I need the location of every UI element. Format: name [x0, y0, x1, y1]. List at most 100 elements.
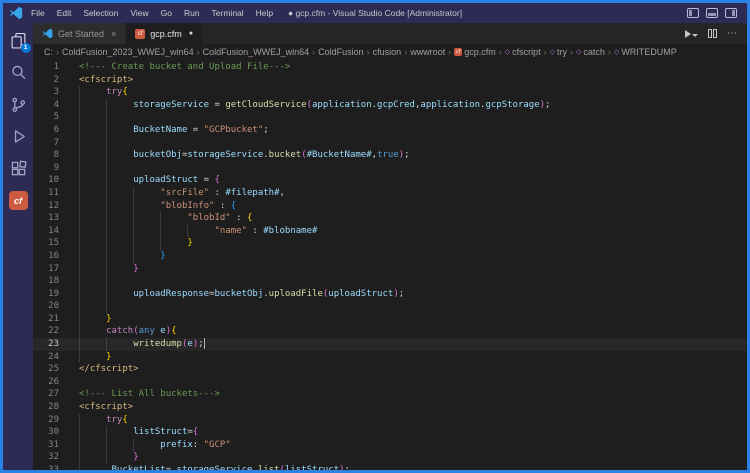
- menu-go[interactable]: Go: [155, 3, 178, 23]
- breadcrumb-item[interactable]: ColdFusion_WWEJ_win64: [203, 47, 310, 57]
- breadcrumb-item[interactable]: ◇WRITEDUMP: [614, 47, 677, 57]
- breadcrumb-separator-icon: ›: [608, 47, 611, 57]
- line-number: 18: [33, 275, 59, 288]
- breadcrumb-item[interactable]: ◇try: [550, 47, 567, 57]
- line-number: 3: [33, 86, 59, 99]
- code-line[interactable]: 2<cfscript>: [33, 74, 747, 87]
- code-line[interactable]: 22 catch(any e){: [33, 325, 747, 338]
- menu-selection[interactable]: Selection: [77, 3, 124, 23]
- line-number: 16: [33, 250, 59, 263]
- tab-gcp-cfm[interactable]: cf gcp.cfm ●: [126, 23, 203, 44]
- code-line[interactable]: 32 }: [33, 451, 747, 464]
- code-line[interactable]: 20: [33, 300, 747, 313]
- breadcrumb-item[interactable]: ColdFusion_2023_WWEJ_win64: [62, 47, 194, 57]
- line-number: 10: [33, 174, 59, 187]
- explorer-icon[interactable]: 1: [9, 31, 28, 50]
- code-line[interactable]: 33 BucketList= storageService.list(listS…: [33, 464, 747, 470]
- breadcrumb-separator-icon: ›: [312, 47, 315, 57]
- code-line[interactable]: 12 "blobInfo" : {: [33, 200, 747, 213]
- toggle-secondary-sidebar-icon[interactable]: [725, 8, 737, 18]
- breadcrumb-separator-icon: ›: [197, 47, 200, 57]
- menu-file[interactable]: File: [25, 3, 51, 23]
- code-line[interactable]: 9: [33, 162, 747, 175]
- search-icon[interactable]: [9, 63, 28, 82]
- tab-get-started[interactable]: Get Started ×: [33, 23, 126, 44]
- editor-group: Get Started × cf gcp.cfm ● ⋯ C:›ColdFusi…: [33, 23, 747, 470]
- code-line[interactable]: 31 prefix: "GCP": [33, 439, 747, 452]
- code-line[interactable]: 17 }: [33, 263, 747, 276]
- text-cursor: [204, 338, 205, 349]
- code-line[interactable]: 14 "name" : #blobname#: [33, 225, 747, 238]
- run-button[interactable]: [685, 30, 698, 38]
- code-line[interactable]: 27<!--- List All buckets--->: [33, 388, 747, 401]
- code-line[interactable]: 18: [33, 275, 747, 288]
- code-line[interactable]: 19 uploadResponse=bucketObj.uploadFile(u…: [33, 288, 747, 301]
- code-line[interactable]: 16 }: [33, 250, 747, 263]
- breadcrumb-item[interactable]: cfgcp.cfm: [454, 47, 496, 57]
- line-number: 20: [33, 300, 59, 313]
- code-line[interactable]: 7: [33, 137, 747, 150]
- code-line[interactable]: 4 storageService = getCloudService(appli…: [33, 99, 747, 112]
- title-bar: FileEditSelectionViewGoRunTerminalHelp ●…: [3, 3, 747, 23]
- breadcrumb-item[interactable]: ◇cfscript: [505, 47, 541, 57]
- breadcrumb-item[interactable]: ColdFusion: [318, 47, 364, 57]
- code-line[interactable]: 28<cfscript>: [33, 401, 747, 414]
- breadcrumb-separator-icon: ›: [367, 47, 370, 57]
- code-line[interactable]: 8 bucketObj=storageService.bucket(#Bucke…: [33, 149, 747, 162]
- breadcrumb-item[interactable]: wwwroot: [410, 47, 445, 57]
- code-line[interactable]: 3 try{: [33, 86, 747, 99]
- line-number: 4: [33, 99, 59, 112]
- code-line[interactable]: 26: [33, 376, 747, 389]
- toggle-panel-icon[interactable]: [706, 8, 718, 18]
- line-number: 9: [33, 162, 59, 175]
- line-number: 2: [33, 74, 59, 87]
- code-line[interactable]: 29 try{: [33, 414, 747, 427]
- extensions-icon[interactable]: [9, 159, 28, 178]
- code-line[interactable]: 21 }: [33, 313, 747, 326]
- line-number: 26: [33, 376, 59, 389]
- line-number: 23: [33, 338, 59, 351]
- line-number: 31: [33, 439, 59, 452]
- editor-actions: ⋯: [685, 23, 747, 44]
- code-lines: 1<!--- Create bucket and Upload File--->…: [33, 59, 747, 470]
- line-number: 29: [33, 414, 59, 427]
- modified-dot-icon[interactable]: ●: [189, 30, 193, 37]
- code-line[interactable]: 11 "srcFile" : #filepath#,: [33, 187, 747, 200]
- code-line[interactable]: 30 listStruct={: [33, 426, 747, 439]
- breadcrumb-separator-icon: ›: [56, 47, 59, 57]
- toggle-sidebar-icon[interactable]: [687, 8, 699, 18]
- code-line[interactable]: 23 writedump(e);: [33, 338, 747, 351]
- coldfusion-logo: cf: [9, 191, 28, 210]
- breadcrumb-separator-icon: ›: [448, 47, 451, 57]
- tab-label: Get Started: [58, 29, 104, 39]
- code-line[interactable]: 1<!--- Create bucket and Upload File--->: [33, 61, 747, 74]
- split-editor-icon[interactable]: [708, 29, 717, 38]
- code-line[interactable]: 13 "blobId" : {: [33, 212, 747, 225]
- code-line[interactable]: 24 }: [33, 351, 747, 364]
- breadcrumb-item[interactable]: C:: [44, 47, 53, 57]
- code-line[interactable]: 15 }: [33, 237, 747, 250]
- line-number: 28: [33, 401, 59, 414]
- code-editor[interactable]: 1<!--- Create bucket and Upload File--->…: [33, 59, 747, 470]
- menu-edit[interactable]: Edit: [51, 3, 78, 23]
- code-line[interactable]: 5: [33, 111, 747, 124]
- source-control-icon[interactable]: [9, 95, 28, 114]
- line-number: 25: [33, 363, 59, 376]
- close-tab-icon[interactable]: ×: [111, 29, 116, 39]
- symbol-icon: ◇: [505, 48, 510, 56]
- menu-run[interactable]: Run: [178, 3, 206, 23]
- tab-label: gcp.cfm: [150, 29, 182, 39]
- menu-view[interactable]: View: [124, 3, 154, 23]
- breadcrumb-item[interactable]: ◇catch: [576, 47, 605, 57]
- menu-terminal[interactable]: Terminal: [206, 3, 250, 23]
- breadcrumb-item[interactable]: cfusion: [373, 47, 402, 57]
- code-line[interactable]: 10 uploadStruct = {: [33, 174, 747, 187]
- more-actions-icon[interactable]: ⋯: [727, 29, 737, 39]
- menu-help[interactable]: Help: [250, 3, 279, 23]
- code-line[interactable]: 25</cfscript>: [33, 363, 747, 376]
- coldfusion-extension-icon[interactable]: cf: [9, 191, 28, 210]
- code-line[interactable]: 6 BucketName = "GCPbucket";: [33, 124, 747, 137]
- symbol-icon: ◇: [576, 48, 581, 56]
- run-and-debug-icon[interactable]: [9, 127, 28, 146]
- line-number: 12: [33, 200, 59, 213]
